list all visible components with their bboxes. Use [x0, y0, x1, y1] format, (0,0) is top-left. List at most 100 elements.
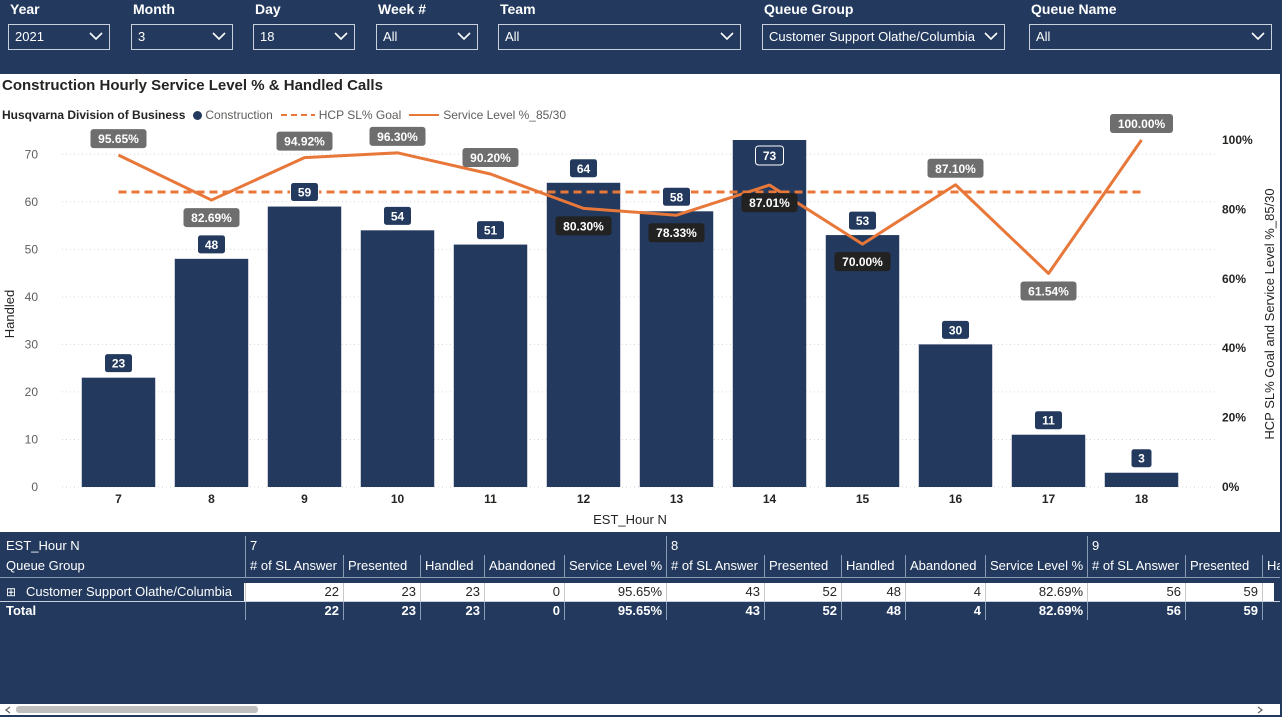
team-dropdown[interactable]: All [498, 24, 741, 50]
bar-construction [267, 206, 342, 487]
matrix-column-header: Presented [1185, 555, 1262, 577]
week-dropdown[interactable]: All [376, 24, 478, 50]
filter-bar: Year 2021 Month 3 Day 18 Week # All Team… [0, 0, 1282, 74]
matrix-total-cell: 82.69% [985, 601, 1087, 620]
matrix-table[interactable]: EST_Hour N Queue Group 7 8 9 # of SL Answer Pr… [0, 536, 1280, 620]
matrix-column-header: Presented [764, 555, 841, 577]
y-tick-label: 60 [25, 195, 39, 209]
chevron-down-icon [89, 32, 103, 41]
matrix-hour-header: 9 [1087, 536, 1280, 555]
week-dropdown-value: All [383, 29, 398, 44]
x-tick-label: 18 [1135, 492, 1149, 506]
y-tick-label: 70 [25, 147, 39, 161]
bar-construction [453, 244, 528, 487]
matrix-cell: 23 [420, 583, 484, 601]
y-axis-title: Handled [2, 290, 17, 338]
queue-group-dropdown[interactable]: Customer Support Olathe/Columbia [762, 24, 1005, 50]
y-tick-label: 20 [25, 385, 39, 399]
x-tick-label: 15 [856, 492, 870, 506]
chart-legend: Husqvarna Division of Business Construct… [2, 108, 574, 122]
combo-chart[interactable]: 0 10 20 30 40 50 60 70 0% 20% 40% 60% 80% 100% Handled… [0, 74, 1280, 532]
bar-construction [918, 344, 993, 487]
chart-title: Construction Hourly Service Level % & Ha… [2, 77, 383, 94]
y2-tick-label: 20% [1222, 411, 1246, 425]
chevron-down-icon [334, 32, 348, 41]
year-dropdown-value: 2021 [15, 29, 44, 44]
matrix-column-header: Han [1262, 555, 1280, 577]
matrix-cell: 95.65% [564, 583, 666, 601]
legend-dot-icon [193, 110, 203, 120]
horizontal-scrollbar[interactable] [0, 704, 1280, 715]
chevron-down-icon [984, 32, 998, 41]
x-tick-label: 14 [763, 492, 777, 506]
scrollbar-thumb[interactable] [16, 706, 258, 713]
bar-data-label: 11 [1042, 414, 1055, 428]
matrix-column-header: # of SL Answer [666, 555, 764, 577]
matrix-total-cell: 59 [1185, 601, 1262, 620]
matrix-total-cell: 95.65% [564, 601, 666, 620]
y2-tick-label: 0% [1222, 480, 1240, 494]
queue-name-dropdown[interactable]: All [1029, 24, 1272, 50]
day-dropdown-value: 18 [260, 29, 275, 44]
legend-label-goal: HCP SL% Goal [318, 108, 402, 122]
expand-icon[interactable]: ⊞ [6, 583, 22, 601]
sl-data-label: 78.33% [656, 226, 697, 240]
bar-data-label: 73 [763, 149, 777, 163]
team-dropdown-value: All [505, 29, 520, 44]
month-dropdown[interactable]: 3 [131, 24, 233, 50]
bar-data-label: 64 [577, 162, 591, 176]
queue-group-dropdown-value: Customer Support Olathe/Columbia [769, 29, 975, 44]
bar-construction [360, 230, 435, 487]
matrix-column-header: Abandoned [484, 555, 564, 577]
matrix-cell: 4 [905, 583, 985, 601]
team-filter-label: Team [500, 1, 536, 17]
x-tick-label: 9 [301, 492, 308, 506]
y-tick-label: 10 [25, 432, 39, 446]
sl-data-label: 82.69% [191, 211, 232, 225]
matrix-total-label: Total [6, 603, 37, 618]
year-dropdown[interactable]: 2021 [8, 24, 110, 50]
matrix-cell: 82.69% [985, 583, 1087, 601]
x-tick-label: 16 [949, 492, 963, 506]
matrix-column-header: Abandoned [905, 555, 985, 577]
bar-construction [639, 211, 714, 487]
x-tick-label: 12 [577, 492, 591, 506]
matrix-hour-header: 8 [666, 536, 966, 555]
y2-tick-label: 100% [1222, 133, 1253, 147]
month-filter-label: Month [133, 1, 175, 17]
x-tick-label: 7 [115, 492, 122, 506]
bar-data-label: 23 [112, 357, 126, 371]
bar-data-label: 53 [856, 214, 870, 228]
legend-item-goal[interactable]: HCP SL% Goal [280, 108, 402, 122]
sl-data-label: 100.00% [1118, 117, 1166, 131]
legend-item-construction[interactable]: Construction [193, 108, 273, 122]
sl-data-label: 87.01% [749, 196, 790, 210]
queue-name-dropdown-value: All [1036, 29, 1051, 44]
matrix-total-cell: 22 [245, 601, 343, 620]
scroll-left-icon[interactable] [4, 706, 12, 714]
matrix-total-cell [1262, 601, 1280, 620]
bar-data-label: 30 [949, 323, 963, 337]
x-tick-label: 13 [670, 492, 684, 506]
bar-construction [825, 235, 900, 487]
queue-group-filter-label: Queue Group [764, 1, 854, 17]
bar-construction [1104, 472, 1179, 487]
matrix-total-cell: 48 [841, 601, 905, 620]
chevron-down-icon [1251, 32, 1265, 41]
x-axis-title: EST_Hour N [593, 512, 667, 527]
year-filter-label: Year [10, 1, 40, 17]
week-filter-label: Week # [378, 1, 426, 17]
matrix-total-cell: 56 [1087, 601, 1185, 620]
scroll-right-icon[interactable] [1256, 706, 1264, 714]
bar-data-label: 51 [484, 224, 498, 238]
day-dropdown[interactable]: 18 [253, 24, 355, 50]
sl-data-label: 94.92% [284, 135, 325, 149]
bar-construction [174, 258, 249, 487]
sl-data-label: 80.30% [563, 219, 604, 233]
matrix-total-cell: 0 [484, 601, 564, 620]
sl-data-label: 96.30% [377, 130, 418, 144]
y-tick-label: 40 [25, 290, 39, 304]
legend-item-service-level[interactable]: Service Level %_85/30 [409, 108, 566, 122]
matrix-column-header: Handled [420, 555, 484, 577]
bar-construction [81, 377, 156, 487]
